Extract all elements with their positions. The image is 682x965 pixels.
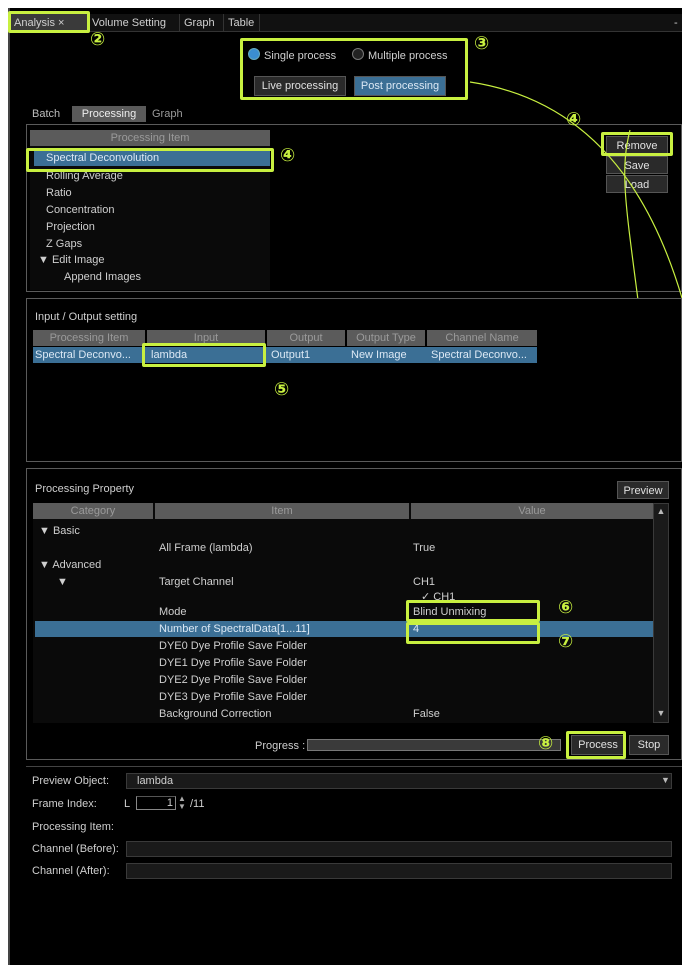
list-item-z-gaps[interactable]: Z Gaps: [34, 236, 270, 252]
frame-total: /11: [190, 798, 205, 810]
property-value-target-channel[interactable]: CH1: [413, 574, 435, 590]
channel-before-select[interactable]: [126, 841, 672, 857]
preview-object-select[interactable]: lambda ▼: [126, 773, 672, 789]
property-category-basic[interactable]: ▼ Basic: [39, 523, 80, 539]
property-item-all-frame: All Frame (lambda): [159, 542, 253, 554]
list-item-concentration[interactable]: Concentration: [34, 202, 270, 218]
property-item-target-channel: Target Channel: [159, 576, 234, 588]
preview-object-value: lambda: [137, 775, 174, 787]
callout-7: ⑦: [558, 631, 574, 652]
callout-8: ⑧: [538, 733, 554, 754]
processing-item-label: Processing Item:: [32, 821, 114, 833]
property-item-mode: Mode: [159, 606, 187, 618]
property-item-dye1: DYE1 Dye Profile Save Folder: [159, 657, 307, 669]
processing-item-header: Processing Item: [30, 130, 270, 146]
list-item-ratio[interactable]: Ratio: [34, 185, 270, 201]
property-target-expand[interactable]: ▼: [57, 574, 68, 590]
property-header-item: Item: [155, 503, 409, 519]
io-header-channel-name: Channel Name: [427, 330, 537, 346]
frame-index-label: Frame Index:: [32, 798, 97, 810]
progress-label: Progress :: [255, 740, 306, 752]
property-rows: ▼ Basic All Frame (lambda) True ▼ Advanc…: [35, 523, 653, 723]
highlight-number-value: [406, 622, 540, 644]
preview-area: Preview Object: lambda ▼ Frame Index: L …: [26, 766, 682, 965]
highlight-spectral-deconvolution: [26, 148, 274, 172]
preview-button[interactable]: Preview: [617, 481, 669, 499]
property-category-advanced[interactable]: ▼ Advanced: [39, 557, 101, 573]
channel-after-label: Channel (After):: [32, 865, 110, 877]
frame-index-input[interactable]: 1: [136, 796, 176, 810]
callout-5: ⑤: [274, 379, 290, 400]
io-cell-output: Output1: [271, 349, 311, 361]
connector-curve: [469, 81, 682, 300]
highlight-mode-value: [406, 600, 540, 622]
subtab-graph[interactable]: Graph: [152, 106, 183, 122]
property-value-background[interactable]: False: [413, 706, 440, 722]
io-header-output: Output: [267, 330, 345, 346]
io-panel: Input / Output setting Processing Item I…: [26, 298, 682, 462]
io-header-processing-item: Processing Item: [33, 330, 145, 346]
stop-button[interactable]: Stop: [629, 735, 669, 755]
property-item-dye3: DYE3 Dye Profile Save Folder: [159, 691, 307, 703]
callout-2: ②: [90, 29, 106, 50]
property-header-category: Category: [33, 503, 153, 519]
preview-object-label: Preview Object:: [32, 775, 110, 787]
minimize-icon[interactable]: -: [670, 14, 682, 32]
list-item-append-images[interactable]: Append Images: [34, 269, 270, 285]
io-header-output-type: Output Type: [347, 330, 425, 346]
callout-3: ③: [474, 33, 490, 54]
top-tab-bar: Analysis × Volume Setting Graph Table -: [10, 14, 682, 32]
frame-prefix: L: [124, 798, 131, 810]
processing-property-panel: Processing Property Preview Category Ite…: [26, 468, 682, 760]
highlight-process-mode: [240, 38, 468, 100]
property-header-value: Value: [411, 503, 653, 519]
tab-graph[interactable]: Graph: [180, 14, 224, 32]
io-cell-output-type: New Image: [351, 349, 407, 361]
tab-table[interactable]: Table: [224, 14, 260, 32]
property-item-background: Background Correction: [159, 708, 272, 720]
list-item-projection[interactable]: Projection: [34, 219, 270, 235]
property-scrollbar[interactable]: ▲ ▼: [653, 503, 669, 723]
channel-after-select[interactable]: [126, 863, 672, 879]
callout-6: ⑥: [558, 597, 574, 618]
property-value-all-frame[interactable]: True: [413, 540, 435, 556]
highlight-analysis-tab: [8, 11, 90, 33]
list-item-edit-image[interactable]: ▼ Edit Image: [34, 252, 270, 268]
progress-bar: [307, 739, 561, 751]
scroll-down-icon[interactable]: ▼: [656, 708, 666, 718]
channel-before-label: Channel (Before):: [32, 843, 119, 855]
property-item-dye2: DYE2 Dye Profile Save Folder: [159, 674, 307, 686]
io-cell-channel-name: Spectral Deconvo...: [431, 349, 527, 361]
property-item-dye0: DYE0 Dye Profile Save Folder: [159, 640, 307, 652]
io-cell-processing-item: Spectral Deconvo...: [35, 349, 131, 361]
highlight-process-button: [566, 731, 626, 759]
scroll-up-icon[interactable]: ▲: [656, 506, 666, 516]
callout-4-list: ④: [280, 145, 296, 166]
spinner-icon[interactable]: ▲ ▼: [178, 795, 186, 811]
property-title: Processing Property: [35, 483, 135, 495]
subtab-processing[interactable]: Processing: [72, 106, 146, 122]
chevron-down-icon[interactable]: ▼: [661, 775, 670, 785]
io-title: Input / Output setting: [35, 311, 138, 323]
highlight-input-cell: [142, 343, 266, 367]
subtab-batch[interactable]: Batch: [32, 106, 60, 122]
property-item-number-spectral: Number of SpectralData[1...11]: [159, 623, 310, 635]
